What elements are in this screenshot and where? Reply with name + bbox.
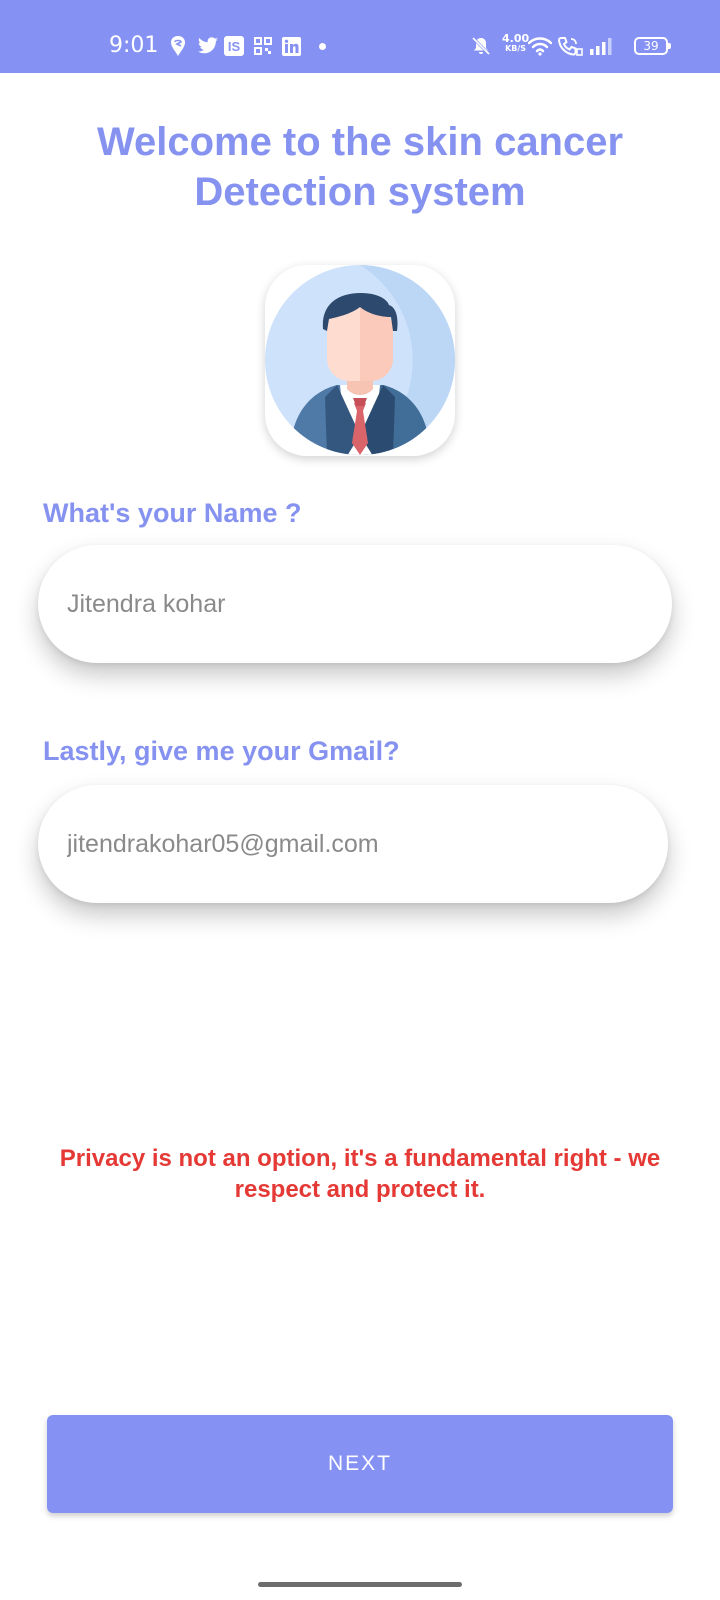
network-speed: 4.00 KB/S	[502, 33, 529, 54]
linkedin-icon	[280, 33, 302, 59]
network-speed-unit: KB/S	[505, 44, 527, 53]
qr-app-icon	[252, 33, 274, 59]
mute-icon	[469, 33, 493, 59]
name-field[interactable]	[38, 545, 672, 663]
businessman-avatar-icon	[265, 265, 455, 455]
name-label: What's your Name ?	[43, 498, 302, 528]
is-app-icon: IS	[223, 33, 245, 59]
wifi-calling-icon	[556, 33, 584, 59]
svg-text:IS: IS	[228, 39, 241, 54]
avatar	[265, 265, 455, 456]
email-field[interactable]	[38, 785, 668, 903]
battery-level: 39	[643, 39, 659, 53]
swiggy-icon	[168, 33, 188, 59]
status-bar: 9:01 IS 4.00 KB/S 39	[0, 0, 720, 73]
wifi-icon	[527, 33, 553, 59]
next-button-label: NEXT	[327, 1452, 392, 1475]
twitter-icon	[196, 33, 220, 59]
battery-icon: 39	[634, 37, 671, 55]
email-input[interactable]	[67, 829, 668, 859]
signal-icon	[588, 33, 614, 59]
name-input[interactable]	[67, 589, 672, 619]
notification-dot-icon	[317, 33, 327, 59]
page-title: Welcome to the skin cancer Detection sys…	[96, 120, 624, 214]
home-indicator[interactable]	[258, 1582, 462, 1587]
privacy-notice: Privacy is not an option, it's a fundame…	[59, 1145, 661, 1203]
email-label: Lastly, give me your Gmail?	[43, 736, 400, 766]
status-time: 9:01	[109, 33, 159, 58]
network-speed-value: 4.00	[502, 32, 530, 45]
next-button[interactable]: NEXT	[47, 1415, 673, 1513]
